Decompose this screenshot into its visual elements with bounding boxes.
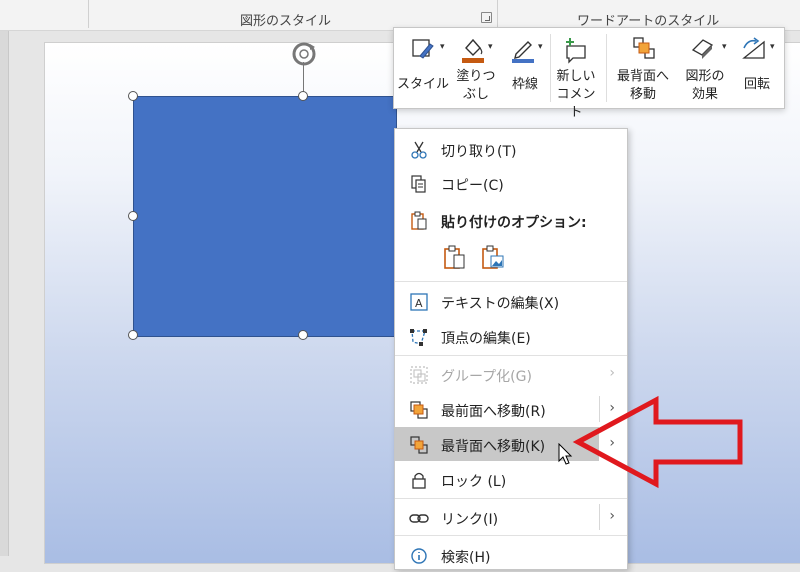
resize-handle-bottom-left[interactable] (128, 330, 138, 340)
menu-separator (395, 281, 627, 282)
thumbnail-pane-edge (0, 31, 9, 556)
menu-item-edit-points[interactable]: 頂点の編集(E) (395, 319, 627, 353)
resize-handle-bottom[interactable] (298, 330, 308, 340)
menu-item-label: コピー(C) (441, 178, 504, 194)
shape-styles-launcher-icon[interactable] (481, 12, 492, 23)
menu-item-label: 最背面へ移動(K) (441, 439, 546, 455)
chevron-down-icon[interactable]: ▾ (440, 42, 445, 52)
outline-button-label: 枠線 (511, 77, 538, 92)
mini-toolbar: ▾ スタイル ▾ 塗りつ ぶし ▾ 枠線 新しい コメント 最背面へ 移動 ▾ … (393, 27, 785, 120)
send-to-back-label-line1: 最背面へ (616, 69, 669, 84)
chevron-down-icon[interactable]: ▾ (488, 42, 493, 52)
menu-item-label: 最前面へ移動(R) (441, 404, 546, 420)
submenu-split (599, 504, 600, 530)
menu-item-label: グループ化(G) (441, 369, 532, 385)
context-menu: 切り取り(T) コピー(C) 貼り付けのオプション: A テキストの編集(X) … (394, 128, 628, 570)
paste-icon (411, 211, 427, 230)
edit-text-icon: A (410, 293, 428, 311)
rotate-button-label: 回転 (743, 77, 770, 92)
resize-handle-top-left[interactable] (128, 91, 138, 101)
menu-item-label: テキストの編集(X) (441, 296, 560, 312)
new-comment-label-line2: コメント (556, 87, 596, 120)
pen-outline-icon (512, 41, 534, 63)
copy-icon (411, 175, 426, 193)
link-icon (409, 514, 429, 523)
outline-button[interactable]: ▾ 枠線 (502, 28, 548, 108)
edit-points-icon (410, 329, 427, 346)
toolbar-divider (606, 34, 607, 102)
menu-separator (395, 498, 627, 499)
send-to-back-icon (410, 436, 428, 454)
menu-separator (395, 355, 627, 356)
fill-button-label-line2: ぶし (462, 87, 489, 102)
send-to-back-label-line2: 移動 (629, 87, 656, 102)
rotate-icon (742, 37, 765, 59)
menu-item-group: グループ化(G) › (395, 357, 627, 391)
resize-handle-left[interactable] (128, 211, 138, 221)
rotate-handle-icon[interactable] (290, 40, 318, 68)
svg-text:A: A (415, 297, 423, 310)
chevron-down-icon[interactable]: ▾ (722, 42, 727, 52)
menu-item-label: リンク(I) (441, 512, 499, 528)
shape-effects-icon (691, 39, 714, 59)
style-button-label: スタイル (396, 77, 449, 92)
rotate-button[interactable]: ▾ 回転 (732, 28, 782, 108)
chevron-down-icon[interactable]: ▾ (770, 42, 775, 52)
lock-icon (412, 472, 426, 489)
menu-item-label: 貼り付けのオプション: (441, 215, 587, 231)
fill-button[interactable]: ▾ 塗りつ ぶし (452, 28, 500, 108)
style-brush-icon (412, 39, 434, 59)
menu-item-label: 頂点の編集(E) (441, 331, 531, 347)
search-info-icon (411, 548, 427, 564)
paint-bucket-icon (462, 38, 484, 63)
fill-button-label-line1: 塗りつ (456, 69, 496, 84)
send-to-back-toolbar-button[interactable]: 最背面へ 移動 (610, 28, 676, 108)
annotation-arrow-icon (572, 395, 743, 489)
menu-item-label: 検索(H) (441, 550, 491, 566)
ribbon-separator (497, 0, 498, 28)
chevron-right-icon: › (609, 365, 615, 381)
chevron-right-icon[interactable]: › (609, 508, 615, 524)
shape-effects-label-line1: 図形の (685, 69, 725, 84)
selected-rectangle-shape[interactable] (133, 96, 397, 337)
menu-item-edit-text[interactable]: A テキストの編集(X) (395, 284, 627, 318)
menu-separator (395, 535, 627, 536)
new-comment-button[interactable]: 新しい コメント (552, 28, 600, 120)
menu-item-paste-options: 貼り付けのオプション: (395, 203, 627, 237)
toolbar-divider (550, 34, 551, 102)
new-comment-icon (566, 38, 586, 64)
menu-item-copy[interactable]: コピー(C) (395, 166, 627, 200)
shape-effects-button[interactable]: ▾ 図形の 効果 (678, 28, 732, 108)
menu-item-cut[interactable]: 切り取り(T) (395, 132, 627, 166)
scissors-icon (411, 141, 427, 159)
menu-item-link[interactable]: リンク(I) › (395, 500, 627, 534)
resize-handle-top[interactable] (298, 91, 308, 101)
shape-effects-label-line2: 効果 (691, 87, 718, 102)
ribbon-separator (88, 0, 89, 28)
menu-item-label: 切り取り(T) (441, 144, 517, 160)
shape-styles-group-label: 図形のスタイル (240, 14, 332, 29)
group-icon (410, 366, 428, 384)
send-to-back-icon (633, 37, 655, 59)
new-comment-label-line1: 新しい (556, 69, 596, 84)
chevron-down-icon[interactable]: ▾ (538, 42, 543, 52)
paste-keep-source-icon[interactable] (443, 245, 467, 271)
bring-to-front-icon (410, 401, 428, 419)
style-button[interactable]: ▾ スタイル (396, 28, 450, 108)
paste-picture-icon[interactable] (481, 245, 505, 271)
menu-item-label: ロック (L) (441, 474, 507, 490)
menu-item-search[interactable]: 検索(H) (395, 538, 627, 572)
